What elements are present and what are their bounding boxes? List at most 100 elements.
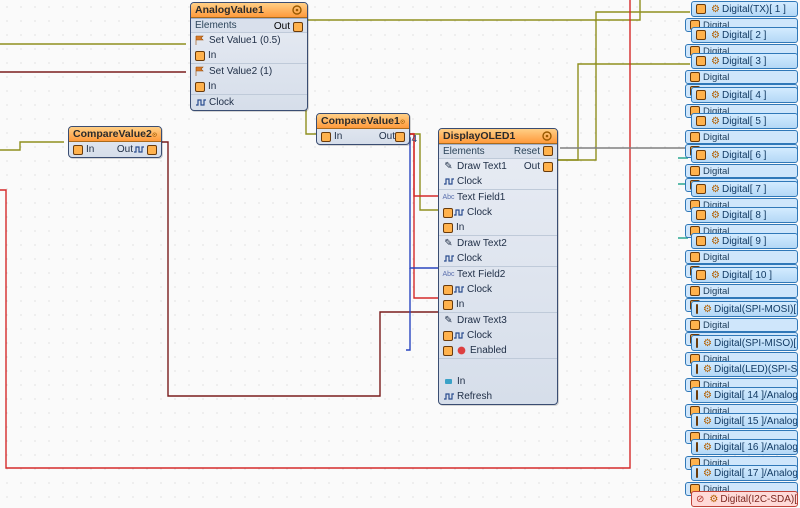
clock4-row[interactable]: Clock <box>439 282 557 297</box>
digital-pin-item[interactable]: ⚙Digital[ 2 ] <box>691 27 798 43</box>
refresh-row[interactable]: Refresh <box>439 389 557 404</box>
drawtext1-row[interactable]: ✎Draw Text1 Out <box>439 158 557 174</box>
digital-pin-item[interactable]: ⚙Digital[ 5 ] <box>691 113 798 129</box>
text-icon: ✎ <box>443 238 454 249</box>
out-port[interactable]: Out <box>274 21 303 32</box>
digital-pin-item[interactable]: ⚙Digital[ 8 ] <box>691 207 798 223</box>
gear-icon[interactable] <box>152 128 157 140</box>
setvalue1-row[interactable]: Set Value1 (0.5) <box>191 32 307 48</box>
in1-row[interactable]: In <box>439 220 557 235</box>
digital-sub[interactable]: Digital <box>685 250 798 264</box>
digital-pin-item[interactable]: ⚙Digital[ 9 ] <box>691 233 798 249</box>
node-title[interactable]: CompareValue2 <box>69 127 161 142</box>
pin-label: Digital[ 14 ]/AnalogIn <box>714 390 798 401</box>
node-displayoled1[interactable]: DisplayOLED1 Elements Reset ✎Draw Text1 … <box>438 128 558 405</box>
pin-icon <box>443 223 453 233</box>
in2-row[interactable]: In <box>439 297 557 312</box>
pin-label: Digital[ 17 ]/AnalogIn <box>714 468 798 479</box>
gear-icon: ⚙ <box>711 116 720 127</box>
digital-pin-item[interactable]: ⚙Digital(TX)[ 1 ] <box>691 1 798 17</box>
gear-icon: ⚙ <box>711 90 720 101</box>
in2-row[interactable]: In <box>191 79 307 94</box>
clock5-row[interactable]: Clock <box>439 328 557 343</box>
digital-pin-item[interactable]: ⚙Digital[ 7 ] <box>691 181 798 197</box>
in-bottom-row[interactable]: In <box>439 374 557 389</box>
io-row[interactable]: In Out <box>317 129 409 144</box>
clock4-label: Clock <box>467 284 492 295</box>
digital-pin-item[interactable]: ⚙Digital[ 16 ]/AnalogIn <box>691 439 798 455</box>
pin-icon <box>696 338 698 348</box>
io-row[interactable]: In Out <box>69 142 161 157</box>
square-wave-icon <box>443 176 454 187</box>
pin-icon <box>696 184 706 194</box>
pin-icon <box>696 468 698 478</box>
digital-pin-item[interactable]: ⚙Digital[ 17 ]/AnalogIn <box>691 465 798 481</box>
clock3-row[interactable]: Clock <box>439 251 557 266</box>
digital-sub[interactable]: Digital <box>685 164 798 178</box>
clock1-row[interactable]: Clock <box>439 174 557 189</box>
pin-icon <box>395 132 405 142</box>
textfield1-row[interactable]: AbcText Field1 <box>439 189 557 205</box>
pin-icon <box>147 145 157 155</box>
digital-pin-item[interactable]: ⚙Digital[ 10 ] <box>691 267 798 283</box>
sub-label: Digital <box>703 132 729 143</box>
digital-pin-item[interactable]: ⚙Digital(SPI-MISO)[ 1 <box>691 335 798 351</box>
clock3-label: Clock <box>457 253 482 264</box>
digital-sub[interactable]: Digital <box>685 318 798 332</box>
out-count: 4 <box>411 134 417 145</box>
node-analogvalue1[interactable]: AnalogValue1 Elements Set Value1 (0.5) I… <box>190 2 308 111</box>
drawtext3-label: Draw Text3 <box>457 315 507 326</box>
pin-label: Digital[ 3 ] <box>722 56 766 67</box>
pin-icon <box>696 4 706 14</box>
canvas[interactable] <box>0 0 800 506</box>
pin-label: Digital[ 8 ] <box>722 210 766 221</box>
digital-pin-item[interactable]: ⊘⚙Digital(I2C-SDA)[ 18 ]/Anal <box>691 491 798 507</box>
pin-icon <box>690 320 700 330</box>
digital-sub[interactable]: Digital <box>685 70 798 84</box>
pin-icon <box>696 56 706 66</box>
drawtext3-row[interactable]: ✎Draw Text3 <box>439 312 557 328</box>
digital-pin-item[interactable]: ⚙Digital[ 4 ] <box>691 87 798 103</box>
digital-pin-item[interactable]: ⚙Digital(LED)(SPI-SCK <box>691 361 798 377</box>
digital-pin-cluster[interactable]: ⊘⚙Digital(I2C-SDA)[ 18 ]/Anal <box>685 490 800 508</box>
pin-icon <box>696 90 706 100</box>
pin-label: Digital[ 4 ] <box>722 90 766 101</box>
node-comparevalue2[interactable]: CompareValue2 In Out <box>68 126 162 158</box>
pin-icon <box>690 132 700 142</box>
gear-icon[interactable] <box>400 115 405 127</box>
gear-icon[interactable] <box>291 4 303 16</box>
digital-sub[interactable]: Digital <box>685 130 798 144</box>
clock-row[interactable]: Clock <box>191 94 307 110</box>
pin-label: Digital[ 6 ] <box>722 150 766 161</box>
in1-row[interactable]: In <box>191 48 307 63</box>
pin-label: Digital(I2C-SDA)[ 18 ]/Anal <box>720 494 798 505</box>
digital-pin-item[interactable]: ⚙Digital[ 6 ] <box>691 147 798 163</box>
digital-pin-item[interactable]: ⚙Digital[ 15 ]/AnalogIn <box>691 413 798 429</box>
pin-icon <box>293 22 303 32</box>
square-wave-icon <box>453 330 464 341</box>
digital-pin-item[interactable]: ⚙Digital[ 3 ] <box>691 53 798 69</box>
digital-sub[interactable]: Digital <box>685 284 798 298</box>
node-comparevalue1[interactable]: CompareValue1 In Out 4 <box>316 113 410 145</box>
pin-icon <box>690 166 700 176</box>
chip-icon <box>443 376 454 387</box>
gear-icon: ⚙ <box>711 56 720 67</box>
gear-icon[interactable] <box>541 130 553 142</box>
clock2-row[interactable]: Clock <box>439 205 557 220</box>
node-title[interactable]: AnalogValue1 <box>191 3 307 18</box>
setvalue2-row[interactable]: Set Value2 (1) <box>191 63 307 79</box>
pin-icon <box>543 146 553 156</box>
gear-icon: ⚙ <box>711 270 720 281</box>
node-title[interactable]: CompareValue1 <box>317 114 409 129</box>
digital-pin-item[interactable]: ⚙Digital(SPI-MOSI)[ 1 <box>691 301 798 317</box>
textfield2-row[interactable]: AbcText Field2 <box>439 266 557 282</box>
node-title[interactable]: DisplayOLED1 <box>439 129 557 144</box>
pin-label: Digital[ 10 ] <box>722 270 772 281</box>
in1-label: In <box>208 50 216 61</box>
out-label: Out <box>274 21 290 32</box>
drawtext2-row[interactable]: ✎Draw Text2 <box>439 235 557 251</box>
enabled-row[interactable]: Enabled <box>439 343 557 358</box>
digital-pin-item[interactable]: ⚙Digital[ 14 ]/AnalogIn <box>691 387 798 403</box>
arduino-pin-strip[interactable]: ⚙Digital(TX)[ 1 ] Digital ⚙Digital[ 2 ] Dig… <box>685 0 800 506</box>
pin-icon <box>696 390 698 400</box>
